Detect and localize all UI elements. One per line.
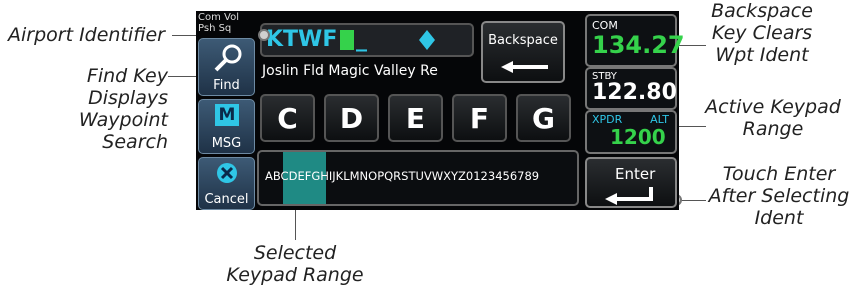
magnifier-icon	[213, 43, 245, 77]
msg-label: MSG	[211, 136, 242, 151]
text-cursor	[340, 30, 354, 50]
stby-frequency: 122.80	[592, 80, 677, 105]
identifier-value: KTWF	[266, 27, 338, 52]
diamond-icon	[418, 29, 436, 50]
com-frequency: 134.27	[592, 31, 685, 59]
key-f[interactable]: F	[452, 94, 507, 142]
range-text: ABCDEFGHIJKLMNOPQRSTUVWXYZ0123456789	[265, 169, 539, 183]
com-frequency-panel[interactable]: COM 134.27	[585, 14, 685, 67]
com-vol-label: Com Vol Psh Sq	[198, 12, 239, 34]
backspace-button[interactable]: Backspace	[481, 21, 565, 83]
callout-backspace: Backspace Key Clears Wpt Ident	[711, 0, 813, 66]
find-button[interactable]: Find	[198, 38, 255, 96]
find-label: Find	[213, 78, 240, 93]
enter-button[interactable]: Enter	[585, 157, 677, 208]
callout-airport-identifier: Airport Identifier	[8, 24, 165, 46]
range-rest: HIJKLMNOPQRSTUVWXYZ0123456789	[320, 169, 540, 183]
key-e[interactable]: E	[388, 94, 443, 142]
cancel-label: Cancel	[204, 192, 249, 207]
key-g[interactable]: G	[516, 94, 571, 142]
cancel-icon	[215, 161, 239, 189]
stby-frequency-panel[interactable]: STBY 122.80	[585, 67, 677, 110]
cursor-underscore: _	[356, 27, 367, 52]
message-icon: M	[215, 104, 239, 126]
keypad-range-selector[interactable]: ABCDEFGHIJKLMNOPQRSTUVWXYZ0123456789	[257, 150, 579, 206]
range-selected: ABCDEFG	[265, 169, 321, 183]
airport-identifier-field[interactable]: KTWF _	[260, 23, 474, 57]
msg-button[interactable]: M MSG	[198, 99, 255, 154]
waypoint-name: Joslin Fld Magic Valley Re	[262, 63, 438, 79]
callout-find-key: Find Key Displays Waypoint Search	[78, 65, 168, 153]
xpdr-code: 1200	[610, 125, 666, 149]
key-d[interactable]: D	[324, 94, 379, 142]
back-arrow-icon	[501, 59, 549, 78]
transponder-panel[interactable]: XPDR ALT 1200	[585, 110, 677, 154]
key-c[interactable]: C	[260, 94, 315, 142]
callout-touch-enter: Touch Enter After Selecting Ident	[708, 163, 850, 229]
callout-active-keypad: Active Keypad Range	[705, 96, 841, 140]
backspace-label: Backspace	[488, 33, 558, 48]
enter-label: Enter	[615, 165, 656, 183]
gtn-screen: Com Vol Psh Sq KTWF _ Joslin Fld Magic V…	[196, 11, 685, 210]
callout-selected-keypad: Selected Keypad Range	[226, 242, 364, 286]
cancel-button[interactable]: Cancel	[198, 157, 255, 210]
enter-arrow-icon	[605, 187, 657, 209]
callout-dot	[258, 29, 270, 41]
